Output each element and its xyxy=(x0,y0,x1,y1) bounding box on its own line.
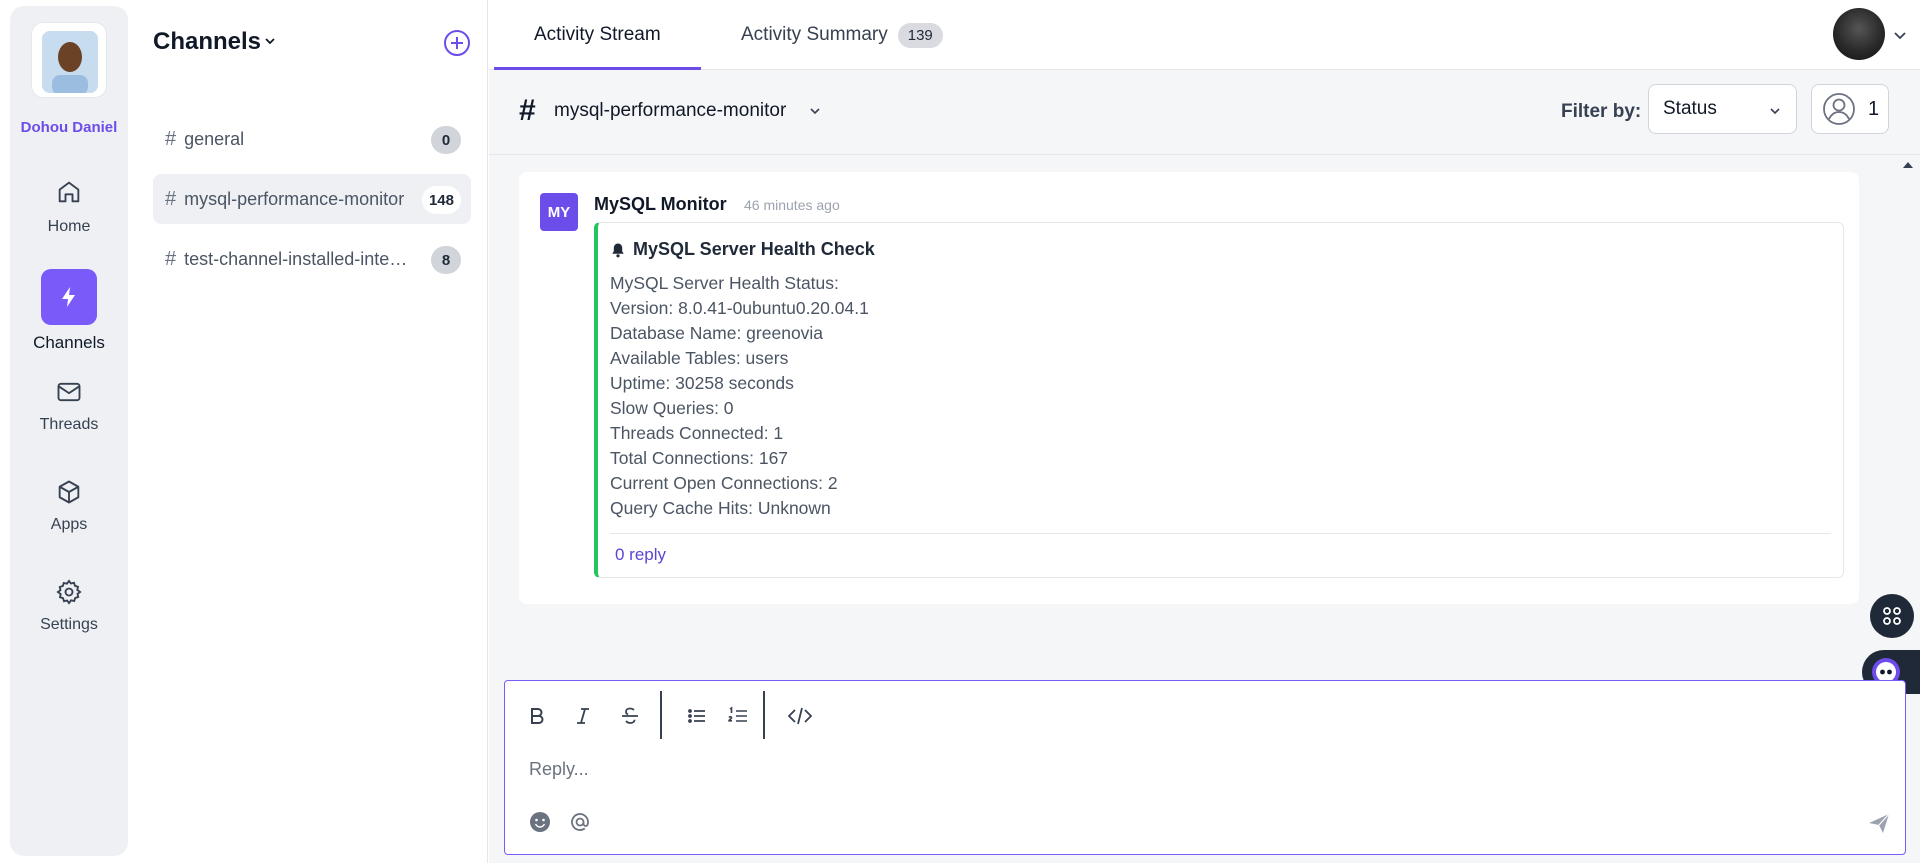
status-filter-select[interactable]: Status xyxy=(1648,84,1797,134)
code-icon xyxy=(787,707,813,725)
user-photo xyxy=(42,31,98,93)
channel-item-mysql-performance-monitor[interactable]: # mysql-performance-monitor 148 xyxy=(153,174,471,224)
channel-label: test-channel-installed-integration xyxy=(184,248,409,269)
tab-label: Activity Stream xyxy=(534,24,661,45)
nav-channels-active xyxy=(41,269,97,325)
user-name: Dohou Daniel xyxy=(20,119,118,136)
message-title: MySQL Server Health Check xyxy=(610,239,875,260)
channel-name[interactable]: mysql-performance-monitor xyxy=(554,100,786,122)
message-line: Database Name: greenovia xyxy=(610,323,824,343)
hash-icon: # xyxy=(165,187,177,210)
message-line: Available Tables: users xyxy=(610,348,789,368)
gear-icon xyxy=(56,579,82,605)
toolbar-separator xyxy=(763,691,765,739)
hash-icon: # xyxy=(165,127,177,150)
app-sidebar: Dohou Daniel Home Channels Threads Apps xyxy=(10,6,128,856)
message-author: MySQL Monitor xyxy=(594,194,727,214)
nav-threads[interactable]: Threads xyxy=(10,378,128,434)
channel-count-badge: 8 xyxy=(431,246,461,274)
message-line: Version: 8.0.41-0ubuntu0.20.04.1 xyxy=(610,298,869,318)
scroll-up-icon[interactable] xyxy=(1903,160,1913,168)
message-body: MySQL Server Health Status: Version: 8.0… xyxy=(610,271,869,521)
nav-settings[interactable]: Settings xyxy=(10,578,128,634)
bullet-list-button[interactable] xyxy=(682,701,712,731)
hash-icon: # xyxy=(519,94,536,127)
user-avatar[interactable] xyxy=(31,22,107,98)
code-button[interactable] xyxy=(785,701,815,731)
nav-home-label: Home xyxy=(47,218,91,235)
reply-input[interactable] xyxy=(529,751,1829,787)
channel-header: # mysql-performance-monitor Filter by: S… xyxy=(489,70,1920,155)
chevron-down-icon[interactable] xyxy=(1891,26,1909,44)
nav-home[interactable]: Home xyxy=(10,178,128,236)
bolt-icon xyxy=(62,287,75,307)
nav-settings-label: Settings xyxy=(40,616,98,633)
message-line: Current Open Connections: 2 xyxy=(610,473,838,493)
channel-label: mysql-performance-monitor xyxy=(184,188,405,209)
channels-title[interactable]: Channels xyxy=(153,28,261,56)
nav-apps[interactable]: Apps xyxy=(10,478,128,534)
message-avatar: MY xyxy=(540,193,578,231)
nav-channels-label: Channels xyxy=(33,333,105,352)
message-line: MySQL Server Health Status: xyxy=(610,273,839,293)
command-icon xyxy=(1883,607,1901,625)
strikethrough-button[interactable] xyxy=(615,701,645,731)
message-line: Uptime: 30258 seconds xyxy=(610,373,794,393)
message-line: Threads Connected: 1 xyxy=(610,423,784,443)
bell-icon xyxy=(612,243,624,257)
profile-avatar[interactable] xyxy=(1833,8,1885,60)
user-circle-icon xyxy=(1823,93,1855,125)
nav-channels[interactable]: Channels xyxy=(10,269,128,353)
bold-button[interactable] xyxy=(522,701,552,731)
channel-label: general xyxy=(184,128,245,149)
message-line: Total Connections: 167 xyxy=(610,448,789,468)
reply-link[interactable]: 0 reply xyxy=(615,545,666,565)
cube-icon xyxy=(58,480,80,504)
channel-count-badge: 0 xyxy=(431,126,461,154)
message-content-block: MySQL Server Health Check MySQL Server H… xyxy=(594,222,1844,578)
numbered-list-button[interactable] xyxy=(723,701,753,731)
divider xyxy=(610,533,1831,534)
home-icon xyxy=(58,181,80,203)
channel-count-badge: 148 xyxy=(421,186,461,214)
channel-item-test-channel[interactable]: # test-channel-installed-integration 8 xyxy=(153,234,471,284)
members-count: 1 xyxy=(1868,97,1880,120)
message-card: MY MySQL Monitor 46 minutes ago MySQL Se… xyxy=(519,172,1859,604)
bullet-list-icon xyxy=(688,709,705,723)
reply-composer xyxy=(504,680,1906,855)
send-icon[interactable] xyxy=(1867,811,1891,835)
bold-icon xyxy=(531,708,544,724)
message-line: Slow Queries: 0 xyxy=(610,398,734,418)
chevron-down-icon xyxy=(1770,108,1780,115)
tabs-bar: Activity Stream Activity Summary 139 xyxy=(489,0,1920,70)
hash-icon: # xyxy=(165,247,177,270)
italic-button[interactable] xyxy=(568,701,598,731)
tab-label: Activity Summary xyxy=(741,24,888,45)
message-line: Query Cache Hits: Unknown xyxy=(610,498,831,518)
command-menu-button[interactable] xyxy=(1870,594,1914,638)
channels-panel: Channels # general 0 # mysql-performance… xyxy=(128,0,488,863)
message-title-text: MySQL Server Health Check xyxy=(633,239,875,259)
nav-threads-label: Threads xyxy=(39,416,99,433)
mention-icon[interactable] xyxy=(569,811,591,833)
filter-value: Status xyxy=(1663,98,1717,119)
filter-label: Filter by: xyxy=(1561,101,1642,122)
strikethrough-icon xyxy=(622,707,638,724)
toolbar-separator xyxy=(660,691,662,739)
members-button[interactable]: 1 xyxy=(1811,84,1889,134)
add-channel-icon[interactable] xyxy=(442,28,472,58)
numbered-list-icon xyxy=(728,706,747,722)
italic-icon xyxy=(577,708,589,724)
main-area: Activity Stream Activity Summary 139 # m… xyxy=(489,0,1920,863)
chevron-down-icon[interactable] xyxy=(808,104,822,118)
channel-item-general[interactable]: # general 0 xyxy=(153,114,471,164)
chevron-down-icon[interactable] xyxy=(263,34,277,48)
nav-apps-label: Apps xyxy=(50,516,88,533)
message-timestamp: 46 minutes ago xyxy=(744,197,840,213)
mail-icon xyxy=(57,382,81,402)
tab-activity-stream[interactable]: Activity Stream xyxy=(534,0,661,70)
emoji-icon[interactable] xyxy=(529,811,551,833)
tab-count-badge: 139 xyxy=(897,22,943,48)
tab-activity-summary[interactable]: Activity Summary 139 xyxy=(741,0,943,70)
